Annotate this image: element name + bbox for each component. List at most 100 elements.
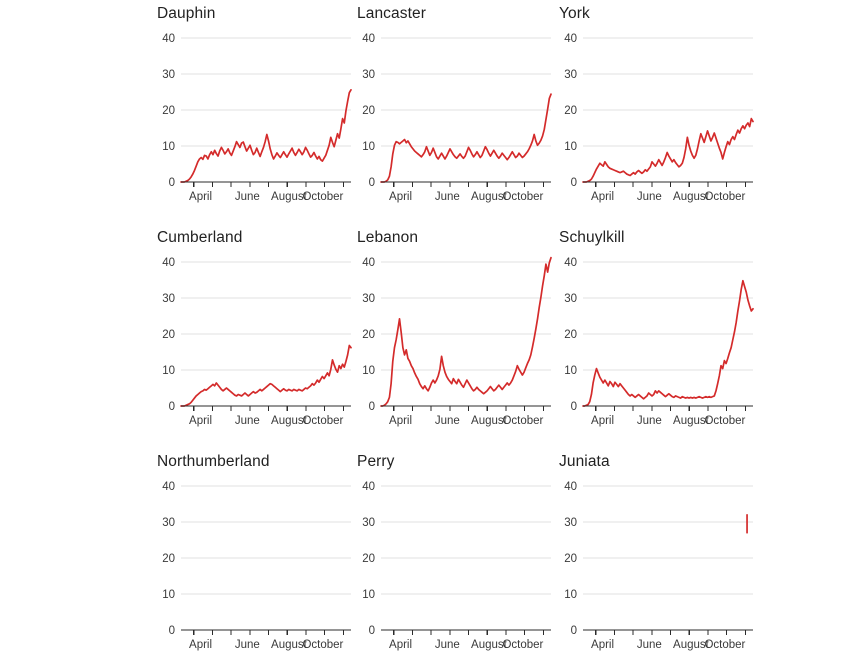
- y-tick-label: 30: [362, 69, 375, 81]
- data-series-line: [180, 344, 352, 407]
- panel-title: Lancaster: [357, 5, 426, 22]
- x-tick-label: June: [435, 639, 460, 651]
- y-tick-label: 0: [571, 401, 577, 413]
- x-axis-ticks: [193, 406, 344, 411]
- x-tick-label: April: [189, 639, 212, 651]
- y-tick-label: 40: [162, 481, 175, 493]
- x-tick-label: October: [502, 191, 543, 203]
- chart-panel-juniata: Juniata 0 10 20 30 40 April June August October: [557, 448, 757, 668]
- plot-area: 0 10 20 30 40 April June August October: [155, 28, 352, 213]
- data-series-line: [582, 279, 754, 407]
- y-tick-label: 40: [362, 257, 375, 269]
- x-tick-label: October: [502, 415, 543, 427]
- y-tick-label: 0: [169, 401, 175, 413]
- y-tick-label: 30: [362, 517, 375, 529]
- x-axis-ticks: [595, 630, 746, 635]
- x-tick-label: April: [389, 191, 412, 203]
- y-tick-label: 10: [162, 365, 175, 377]
- y-tick-label: 10: [362, 589, 375, 601]
- x-tick-label: June: [435, 191, 460, 203]
- y-tick-label: 40: [564, 257, 577, 269]
- x-tick-label: April: [591, 415, 614, 427]
- y-tick-label: 20: [162, 105, 175, 117]
- x-tick-label: April: [591, 191, 614, 203]
- x-tick-label: April: [389, 639, 412, 651]
- x-tick-label: October: [704, 191, 745, 203]
- y-tick-label: 10: [362, 365, 375, 377]
- y-tick-label: 40: [564, 481, 577, 493]
- y-tick-label: 0: [369, 401, 375, 413]
- x-tick-label: June: [235, 639, 260, 651]
- chart-panel-lebanon: Lebanon 0 10 20 30 40 April June August October: [355, 224, 555, 444]
- plot-area: 0 10 20 30 40 April June August October: [355, 476, 551, 661]
- x-tick-label: October: [704, 415, 745, 427]
- plot-area: 0 10 20 30 40 April June August October: [557, 252, 754, 437]
- chart-panel-cumberland: Cumberland 0 10 20 30 40 April June August Octobe…: [155, 224, 355, 444]
- plot-area: 0 10 20 30 40 April June August October: [155, 476, 351, 661]
- x-axis-ticks: [393, 630, 544, 635]
- plot-area: 0 10 20 30 40 April June August October: [355, 28, 552, 213]
- y-tick-label: 10: [162, 589, 175, 601]
- panel-title: Juniata: [559, 453, 610, 470]
- y-tick-label: 40: [162, 33, 175, 45]
- y-tick-label: 30: [564, 293, 577, 305]
- x-tick-label: June: [235, 415, 260, 427]
- x-tick-label: October: [302, 415, 343, 427]
- x-tick-label: June: [435, 415, 460, 427]
- y-tick-label: 0: [571, 625, 577, 637]
- x-tick-label: October: [302, 639, 343, 651]
- y-tick-label: 20: [362, 553, 375, 565]
- data-series-line: [180, 88, 352, 183]
- x-tick-label: October: [302, 191, 343, 203]
- y-tick-label: 40: [362, 481, 375, 493]
- x-axis-ticks: [595, 182, 746, 187]
- y-tick-label: 40: [564, 33, 577, 45]
- chart-panel-perry: Perry 0 10 20 30 40 April June August October: [355, 448, 555, 668]
- y-tick-label: 20: [362, 329, 375, 341]
- plot-area: 0 10 20 30 40 April June August October: [155, 252, 352, 437]
- y-tick-label: 20: [162, 553, 175, 565]
- data-series-line: [380, 256, 552, 407]
- panel-title: Cumberland: [157, 229, 243, 246]
- y-tick-label: 0: [571, 177, 577, 189]
- data-series-line: [582, 117, 754, 183]
- x-tick-label: June: [637, 639, 662, 651]
- y-tick-label: 0: [169, 625, 175, 637]
- panel-title: Schuylkill: [559, 229, 625, 246]
- y-tick-label: 30: [162, 293, 175, 305]
- x-axis-ticks: [393, 406, 544, 411]
- x-tick-label: April: [389, 415, 412, 427]
- data-series-line: [380, 93, 552, 183]
- y-tick-label: 10: [564, 141, 577, 153]
- x-tick-label: June: [235, 191, 260, 203]
- panel-title: Lebanon: [357, 229, 419, 246]
- y-tick-label: 20: [362, 105, 375, 117]
- panel-title: Perry: [357, 453, 395, 470]
- y-tick-label: 20: [564, 105, 577, 117]
- plot-area: 0 10 20 30 40 April June August October: [355, 252, 552, 437]
- panel-title: Dauphin: [157, 5, 216, 22]
- x-tick-label: April: [591, 639, 614, 651]
- small-multiples-figure: Dauphin 0 10 20 30 40 April June August October La…: [0, 0, 864, 651]
- panel-title: York: [559, 5, 590, 22]
- y-tick-label: 0: [369, 177, 375, 189]
- y-tick-label: 40: [362, 33, 375, 45]
- x-axis-ticks: [595, 406, 746, 411]
- plot-area: 0 10 20 30 40 April June August October: [557, 28, 754, 213]
- x-tick-label: April: [189, 415, 212, 427]
- y-tick-label: 0: [169, 177, 175, 189]
- chart-panel-northumberland: Northumberland 0 10 20 30 40 April June August Oc…: [155, 448, 355, 668]
- x-tick-label: June: [637, 191, 662, 203]
- chart-panel-dauphin: Dauphin 0 10 20 30 40 April June August October: [155, 0, 355, 220]
- x-axis-ticks: [393, 182, 544, 187]
- y-tick-label: 10: [362, 141, 375, 153]
- plot-area: 0 10 20 30 40 April June August October: [557, 476, 753, 661]
- y-tick-label: 10: [564, 365, 577, 377]
- chart-panel-york: York 0 10 20 30 40 April June August October: [557, 0, 757, 220]
- y-tick-label: 30: [564, 517, 577, 529]
- x-axis-ticks: [193, 630, 344, 635]
- x-tick-label: October: [704, 639, 745, 651]
- y-tick-label: 30: [162, 69, 175, 81]
- chart-panel-schuylkill: Schuylkill 0 10 20 30 40 April June August Octobe…: [557, 224, 757, 444]
- x-tick-label: June: [637, 415, 662, 427]
